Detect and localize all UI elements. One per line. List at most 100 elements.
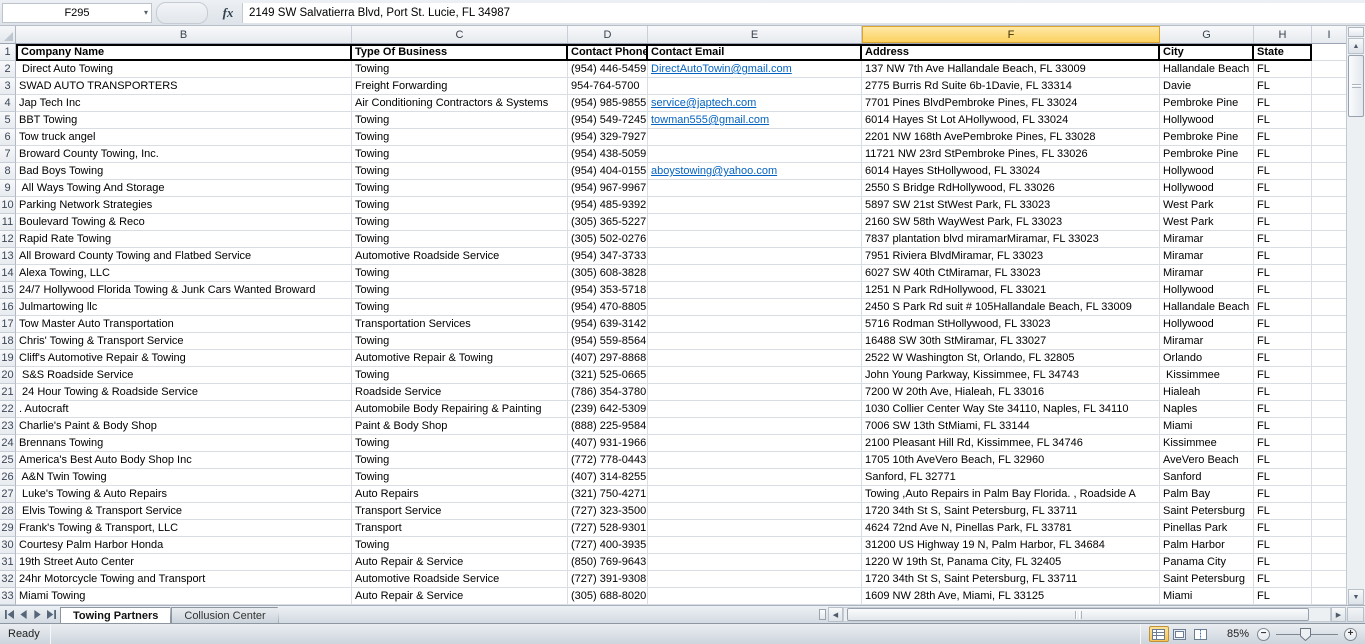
cell-contact-email[interactable] bbox=[648, 367, 862, 384]
cell-company-name[interactable]: Frank's Towing & Transport, LLC bbox=[16, 520, 352, 537]
cell-type-of-business[interactable]: Towing bbox=[352, 197, 568, 214]
cell-contact-phone[interactable]: (888) 225-9584 bbox=[568, 418, 648, 435]
cell-state[interactable]: FL bbox=[1254, 350, 1312, 367]
cell-type-of-business[interactable]: Paint & Body Shop bbox=[352, 418, 568, 435]
column-header-g[interactable]: G bbox=[1160, 26, 1254, 43]
cell-contact-email[interactable] bbox=[648, 180, 862, 197]
cell-empty[interactable] bbox=[1312, 316, 1346, 333]
cell-empty[interactable] bbox=[1312, 197, 1346, 214]
cell-state[interactable]: FL bbox=[1254, 180, 1312, 197]
column-header-b[interactable]: B bbox=[16, 26, 352, 43]
cell-empty[interactable] bbox=[1312, 61, 1346, 78]
cell-city[interactable]: Hialeah bbox=[1160, 384, 1254, 401]
row-number[interactable]: 6 bbox=[0, 129, 16, 146]
cell-company-name[interactable]: Cliff's Automotive Repair & Towing bbox=[16, 350, 352, 367]
cell-empty[interactable] bbox=[1312, 163, 1346, 180]
cell-city[interactable]: Kissimmee bbox=[1160, 367, 1254, 384]
cell-contact-phone[interactable]: (954) 446-5459 bbox=[568, 61, 648, 78]
row-number[interactable]: 11 bbox=[0, 214, 16, 231]
cell-empty[interactable] bbox=[1312, 282, 1346, 299]
row-number[interactable]: 8 bbox=[0, 163, 16, 180]
cell-empty[interactable] bbox=[1312, 384, 1346, 401]
cell-state[interactable]: FL bbox=[1254, 469, 1312, 486]
cell-contact-phone[interactable]: (954) 485-9392 bbox=[568, 197, 648, 214]
cell-empty[interactable] bbox=[1312, 333, 1346, 350]
cell-city[interactable]: Miramar bbox=[1160, 265, 1254, 282]
cell-state[interactable]: FL bbox=[1254, 452, 1312, 469]
cell-city[interactable]: Pinellas Park bbox=[1160, 520, 1254, 537]
cell-type-of-business[interactable]: Automobile Body Repairing & Painting bbox=[352, 401, 568, 418]
cell-city[interactable]: Miramar bbox=[1160, 248, 1254, 265]
cell-type-of-business[interactable]: Towing bbox=[352, 231, 568, 248]
cell-address[interactable]: 2550 S Bridge RdHollywood, FL 33026 bbox=[862, 180, 1160, 197]
row-number[interactable]: 18 bbox=[0, 333, 16, 350]
cell-city[interactable]: Saint Petersburg bbox=[1160, 571, 1254, 588]
cell-empty[interactable] bbox=[1312, 299, 1346, 316]
cell-state[interactable]: FL bbox=[1254, 231, 1312, 248]
header-cell-state[interactable]: State bbox=[1254, 44, 1312, 61]
cell-address[interactable]: 6014 Hayes StHollywood, FL 33024 bbox=[862, 163, 1160, 180]
cell-city[interactable]: Hallandale Beach bbox=[1160, 61, 1254, 78]
cell-contact-email[interactable] bbox=[648, 401, 862, 418]
cell-contact-email[interactable] bbox=[648, 520, 862, 537]
cell-contact-email[interactable] bbox=[648, 452, 862, 469]
column-header-e[interactable]: E bbox=[648, 26, 862, 43]
scroll-down-icon[interactable]: ▼ bbox=[1348, 589, 1364, 605]
cell-state[interactable]: FL bbox=[1254, 197, 1312, 214]
row-number[interactable]: 21 bbox=[0, 384, 16, 401]
cell-contact-phone[interactable]: (954) 438-5059 bbox=[568, 146, 648, 163]
cell-state[interactable]: FL bbox=[1254, 554, 1312, 571]
cell-address[interactable]: 5897 SW 21st StWest Park, FL 33023 bbox=[862, 197, 1160, 214]
cell-address[interactable]: 11721 NW 23rd StPembroke Pines, FL 33026 bbox=[862, 146, 1160, 163]
header-cell-address[interactable]: Address bbox=[862, 44, 1160, 61]
cell-address[interactable]: 2100 Pleasant Hill Rd, Kissimmee, FL 347… bbox=[862, 435, 1160, 452]
cell-address[interactable]: 6027 SW 40th CtMiramar, FL 33023 bbox=[862, 265, 1160, 282]
cell-contact-email[interactable] bbox=[648, 197, 862, 214]
cell-contact-phone[interactable]: (727) 391-9308 bbox=[568, 571, 648, 588]
cell-city[interactable]: Kissimmee bbox=[1160, 435, 1254, 452]
split-handle[interactable] bbox=[1348, 27, 1364, 37]
cell-contact-email[interactable] bbox=[648, 146, 862, 163]
cell-city[interactable]: Miramar bbox=[1160, 333, 1254, 350]
cell-empty[interactable] bbox=[1312, 401, 1346, 418]
horizontal-scrollbar-track[interactable] bbox=[843, 607, 1331, 622]
name-box[interactable]: F295 ▾ bbox=[2, 3, 152, 23]
row-number[interactable]: 14 bbox=[0, 265, 16, 282]
cell-city[interactable]: Saint Petersburg bbox=[1160, 503, 1254, 520]
cell-contact-phone[interactable]: (407) 931-1966 bbox=[568, 435, 648, 452]
row-number[interactable]: 30 bbox=[0, 537, 16, 554]
cell-contact-email[interactable] bbox=[648, 78, 862, 95]
cell-type-of-business[interactable]: Freight Forwarding bbox=[352, 78, 568, 95]
cell-company-name[interactable]: Luke's Towing & Auto Repairs bbox=[16, 486, 352, 503]
header-cell-type[interactable]: Type Of Business bbox=[352, 44, 568, 61]
cell-address[interactable]: 7200 W 20th Ave, Hialeah, FL 33016 bbox=[862, 384, 1160, 401]
zoom-level[interactable]: 85% bbox=[1227, 628, 1249, 640]
cell-address[interactable]: Towing ,Auto Repairs in Palm Bay Florida… bbox=[862, 486, 1160, 503]
row-number[interactable]: 17 bbox=[0, 316, 16, 333]
cell-company-name[interactable]: Rapid Rate Towing bbox=[16, 231, 352, 248]
cell-type-of-business[interactable]: Towing bbox=[352, 469, 568, 486]
row-number[interactable]: 3 bbox=[0, 78, 16, 95]
row-number[interactable]: 9 bbox=[0, 180, 16, 197]
cell-city[interactable]: Sanford bbox=[1160, 469, 1254, 486]
cell-state[interactable]: FL bbox=[1254, 503, 1312, 520]
cell-empty[interactable] bbox=[1312, 537, 1346, 554]
cell-empty[interactable] bbox=[1312, 469, 1346, 486]
horizontal-scrollbar-thumb[interactable] bbox=[847, 608, 1309, 621]
normal-view-button[interactable] bbox=[1149, 626, 1169, 642]
cell-address[interactable]: 6014 Hayes St Lot AHollywood, FL 33024 bbox=[862, 112, 1160, 129]
cell-type-of-business[interactable]: Transport bbox=[352, 520, 568, 537]
column-header-c[interactable]: C bbox=[352, 26, 568, 43]
cell-state[interactable]: FL bbox=[1254, 384, 1312, 401]
cell-company-name[interactable]: Broward County Towing, Inc. bbox=[16, 146, 352, 163]
cell-address[interactable]: 2201 NW 168th AvePembroke Pines, FL 3302… bbox=[862, 129, 1160, 146]
cell-city[interactable]: Panama City bbox=[1160, 554, 1254, 571]
cell-city[interactable]: Pembroke Pine bbox=[1160, 95, 1254, 112]
row-number[interactable]: 10 bbox=[0, 197, 16, 214]
cell-empty[interactable] bbox=[1312, 78, 1346, 95]
cell-state[interactable]: FL bbox=[1254, 520, 1312, 537]
cell-company-name[interactable]: Jap Tech Inc bbox=[16, 95, 352, 112]
cell-empty[interactable] bbox=[1312, 95, 1346, 112]
first-sheet-icon[interactable] bbox=[3, 609, 15, 621]
cell-city[interactable]: Pembroke Pine bbox=[1160, 146, 1254, 163]
